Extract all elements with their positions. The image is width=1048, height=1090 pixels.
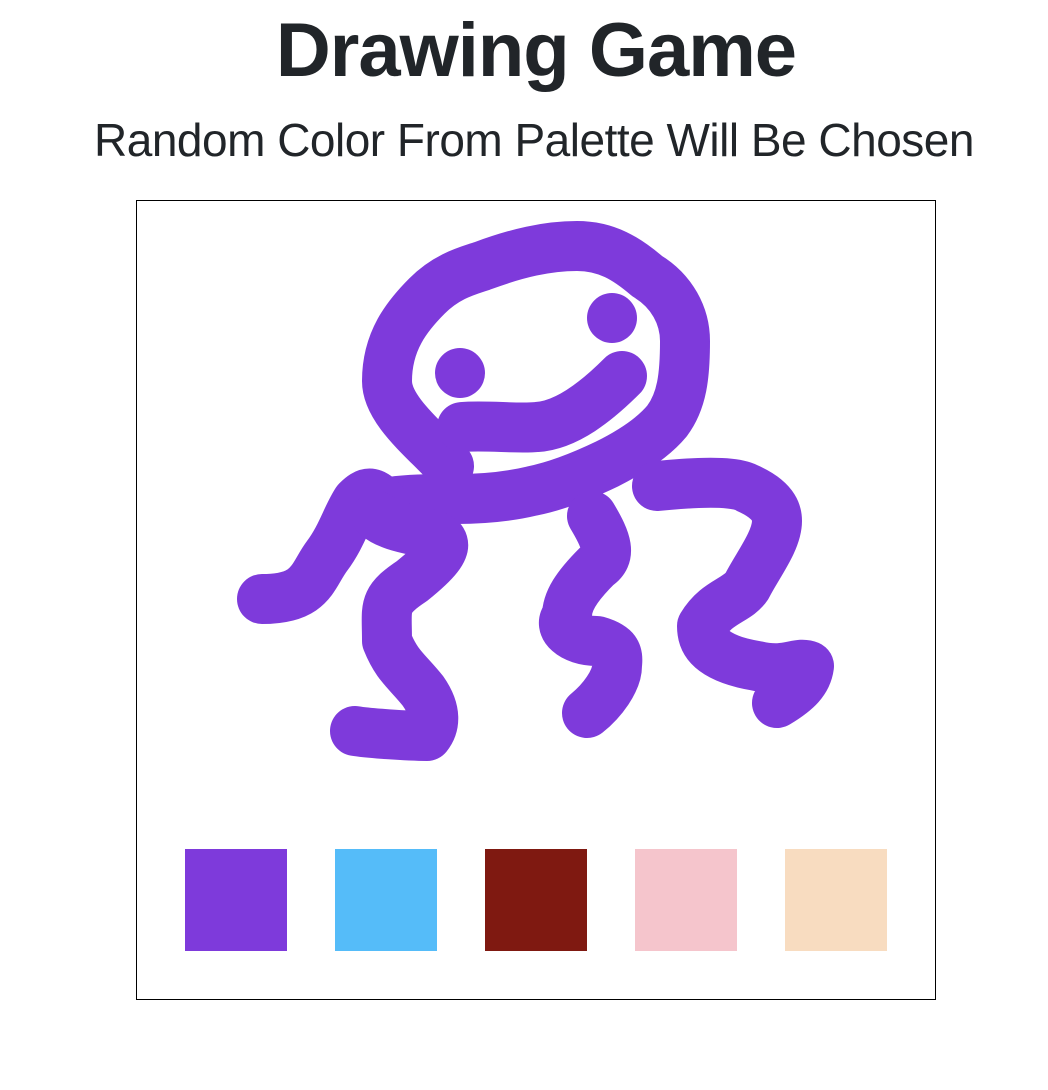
page-subtitle: Random Color From Palette Will Be Chosen <box>94 114 974 166</box>
stroke-smile <box>437 351 647 453</box>
swatch-dark-red[interactable] <box>485 849 587 951</box>
page-title: Drawing Game <box>275 8 797 93</box>
swatch-purple[interactable] <box>185 849 287 951</box>
stroke-leg-4 <box>632 457 834 728</box>
stroke-leg-3 <box>539 491 643 738</box>
swatch-pink[interactable] <box>635 849 737 951</box>
swatch-peach[interactable] <box>785 849 887 951</box>
swatch-light-blue[interactable] <box>335 849 437 951</box>
drawing-board <box>136 200 936 1000</box>
stroke-leg-2 <box>330 491 468 761</box>
